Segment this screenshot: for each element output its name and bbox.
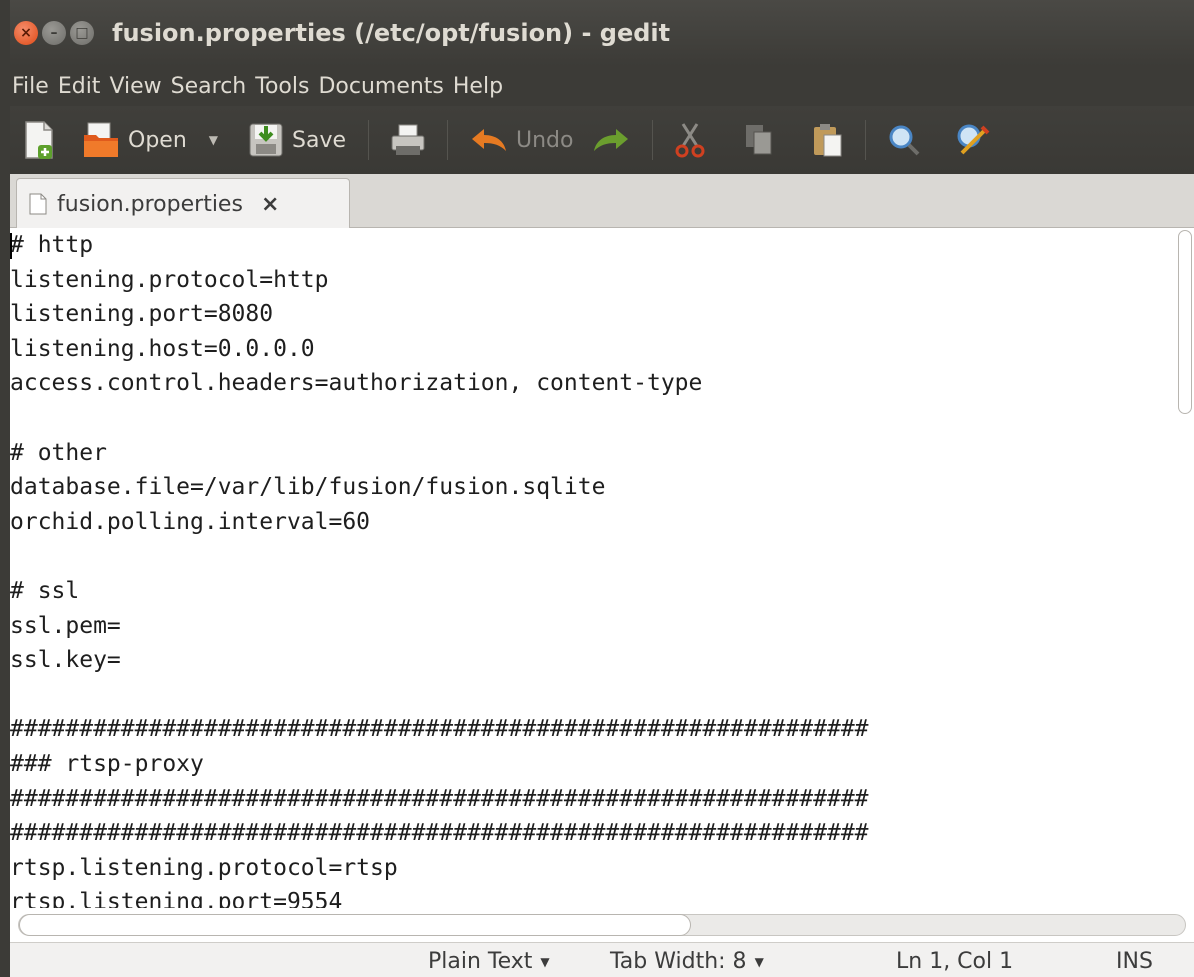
code-line: ########################################…: [10, 716, 869, 743]
new-document-icon: [25, 121, 53, 159]
close-tab-icon[interactable]: ×: [261, 192, 279, 217]
code-line: ### rtsp-proxy: [10, 750, 204, 777]
dropdown-arrow-icon: ▼: [540, 955, 550, 969]
cursor-position: Ln 1, Col 1: [896, 949, 1014, 974]
code-line: database.file=/var/lib/fusion/fusion.sql…: [10, 474, 606, 501]
toolbar: Open ▼ Save Undo: [10, 106, 1194, 174]
code-line: orchid.polling.interval=60: [10, 508, 371, 535]
print-button[interactable]: [391, 106, 425, 174]
undo-button[interactable]: Undo: [470, 106, 574, 174]
new-document-button[interactable]: [24, 106, 54, 174]
text-document-icon: [29, 193, 47, 215]
menu-help[interactable]: Help: [451, 74, 510, 99]
open-label: Open: [128, 127, 187, 153]
search-icon: [889, 125, 919, 156]
paste-clipboard-icon: [813, 124, 841, 157]
copy-icon: [745, 125, 771, 155]
code-line: ########################################…: [10, 820, 869, 847]
language-selector[interactable]: Plain Text ▼: [428, 949, 550, 974]
menu-edit[interactable]: Edit: [56, 74, 108, 99]
paste-button[interactable]: [813, 106, 843, 174]
save-label: Save: [292, 127, 347, 153]
vertical-scroll-thumb[interactable]: [1178, 230, 1192, 414]
title-bar[interactable]: × – □ fusion.properties (/etc/opt/fusion…: [10, 0, 1194, 66]
tab-label: fusion.properties: [57, 191, 243, 217]
tab-width-selector[interactable]: Tab Width: 8 ▼: [610, 949, 764, 974]
scissors-icon: [675, 123, 704, 158]
editor-content: # http listening.protocol=http listening.p…: [10, 228, 1194, 908]
code-line: listening.protocol=http: [10, 266, 329, 293]
code-line: ssl.pem=: [10, 612, 121, 639]
tab-fusion-properties[interactable]: fusion.properties ×: [16, 178, 350, 229]
horizontal-scrollbar-area: [10, 908, 1194, 942]
insert-mode-indicator: INS: [1116, 949, 1153, 974]
code-line: # http: [10, 232, 94, 258]
code-line: rtsp.listening.protocol=rtsp: [10, 854, 398, 881]
text-editor[interactable]: # http listening.protocol=http listening.p…: [10, 228, 1194, 908]
print-icon: [391, 124, 425, 155]
code-line: ########################################…: [10, 785, 869, 812]
undo-icon: [472, 129, 507, 151]
document-tab-strip: fusion.properties ×: [10, 174, 1194, 229]
code-line: # other: [10, 439, 107, 466]
save-button[interactable]: Save: [248, 106, 346, 174]
menu-documents[interactable]: Documents: [316, 74, 450, 99]
menu-bar: File Edit View Search Tools Documents He…: [10, 66, 1194, 106]
horizontal-scroll-thumb[interactable]: [19, 914, 691, 936]
save-icon: [249, 123, 283, 157]
code-line: # ssl: [10, 577, 80, 604]
open-recent-dropdown-icon[interactable]: ▼: [209, 133, 218, 147]
close-window-button[interactable]: ×: [14, 21, 38, 45]
redo-icon: [593, 129, 628, 151]
window-title: fusion.properties (/etc/opt/fusion) - ge…: [112, 19, 671, 47]
undo-label: Undo: [516, 127, 574, 153]
code-line: rtsp.listening.port=9554: [10, 889, 343, 908]
horizontal-scrollbar[interactable]: [18, 914, 1186, 936]
menu-view[interactable]: View: [107, 74, 168, 99]
open-button[interactable]: Open ▼: [82, 106, 218, 174]
toolbar-separator: [651, 120, 653, 160]
find-replace-icon: [957, 124, 989, 155]
maximize-window-button[interactable]: □: [70, 21, 94, 45]
find-button[interactable]: [888, 106, 920, 174]
open-folder-icon: [84, 122, 118, 157]
text-cursor: [10, 233, 12, 259]
menu-tools[interactable]: Tools: [253, 74, 316, 99]
status-bar: Plain Text ▼ Tab Width: 8 ▼ Ln 1, Col 1 IN…: [10, 942, 1194, 977]
copy-button[interactable]: [745, 106, 773, 174]
find-replace-button[interactable]: [956, 106, 990, 174]
tab-width-label: Tab Width: 8: [610, 949, 747, 974]
gedit-window: × – □ fusion.properties (/etc/opt/fusion…: [0, 0, 1194, 977]
code-line: ssl.key=: [10, 647, 121, 674]
toolbar-separator: [864, 120, 866, 160]
redo-button[interactable]: [592, 106, 630, 174]
code-line: access.control.headers=authorization, co…: [10, 370, 703, 397]
code-line: listening.port=8080: [10, 301, 274, 328]
toolbar-separator: [447, 120, 449, 160]
dropdown-arrow-icon: ▼: [754, 955, 764, 969]
minimize-window-button[interactable]: –: [42, 21, 66, 45]
toolbar-separator: [368, 120, 370, 160]
code-line: listening.host=0.0.0.0: [10, 335, 315, 362]
menu-file[interactable]: File: [10, 74, 56, 99]
language-label: Plain Text: [428, 949, 533, 974]
vertical-scrollbar[interactable]: [1178, 230, 1192, 908]
menu-search[interactable]: Search: [169, 74, 254, 99]
cut-button[interactable]: [675, 106, 705, 174]
